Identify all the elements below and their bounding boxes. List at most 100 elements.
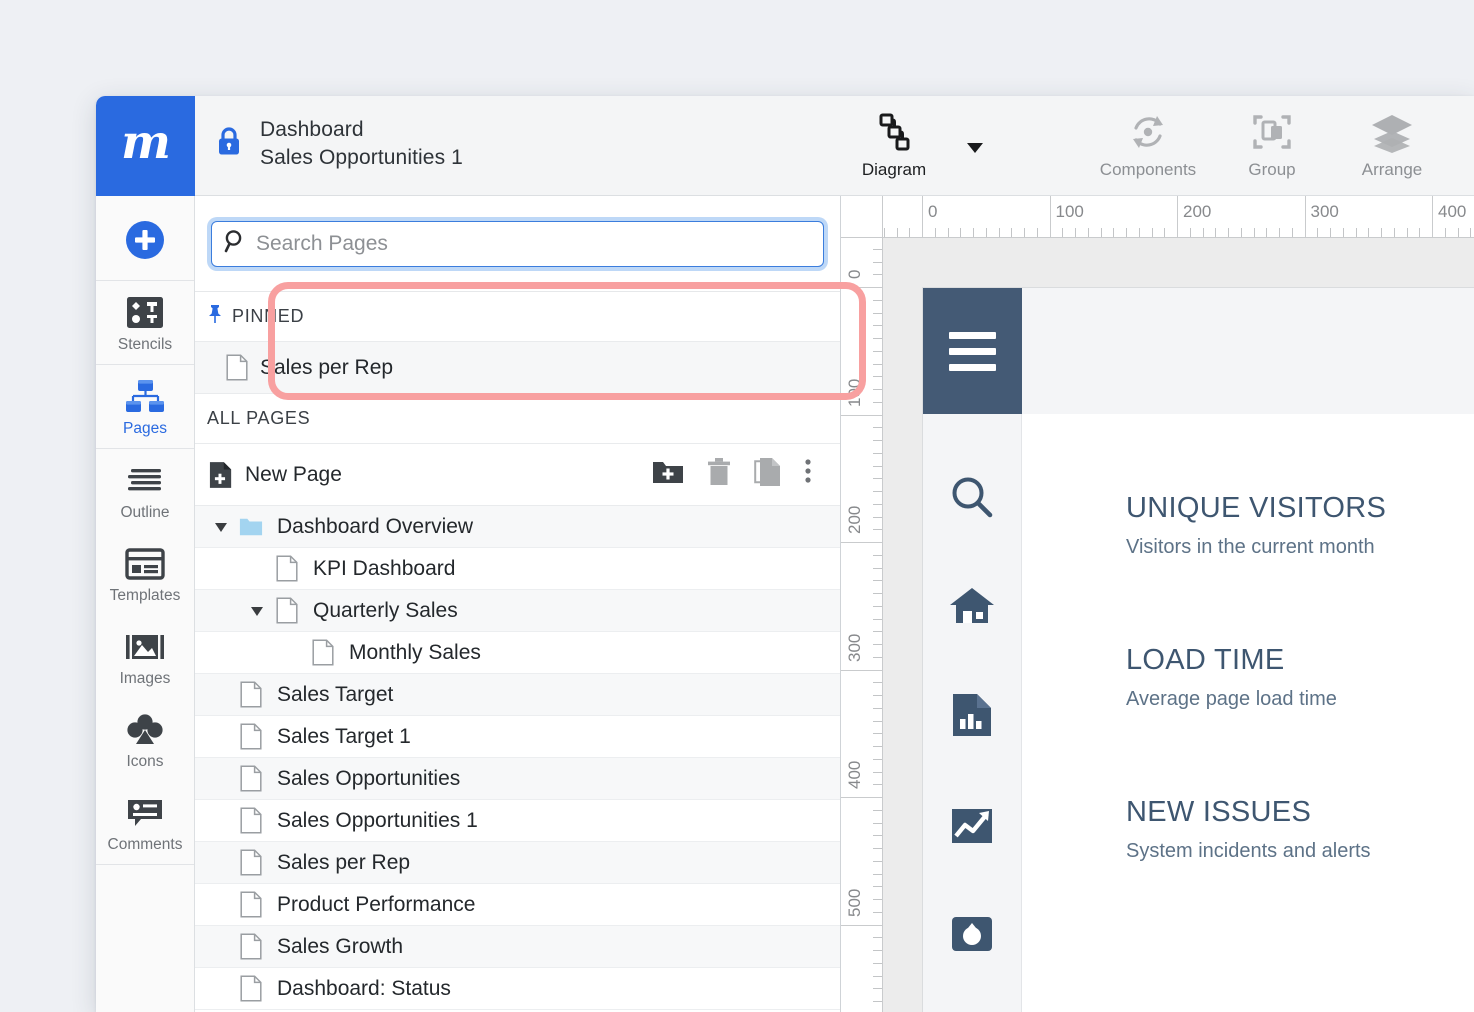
ruler-tick xyxy=(922,196,923,238)
canvas-scroll[interactable]: UNIQUE VISITORS Visitors in the current … xyxy=(883,238,1474,1012)
sidebar-item-pages[interactable]: Pages xyxy=(96,365,194,448)
tree-row[interactable]: Sales Growth xyxy=(195,926,840,968)
ruler-minor-tick xyxy=(1075,228,1076,237)
chevron-down-icon[interactable] xyxy=(211,521,231,533)
canvas-area[interactable]: 01002003004005 01002003004005000 xyxy=(841,196,1474,1012)
ruler-minor-tick xyxy=(873,657,882,658)
search-icon[interactable] xyxy=(949,474,995,525)
file-icon xyxy=(239,681,263,708)
ruler-minor-tick xyxy=(873,810,882,811)
ruler-minor-tick xyxy=(873,580,882,581)
ruler-minor-tick xyxy=(873,988,882,989)
ruler-minor-tick xyxy=(873,976,882,977)
tree-row[interactable]: Sales Opportunities 1 xyxy=(195,800,840,842)
ruler-minor-tick xyxy=(1407,228,1408,237)
ruler-minor-tick xyxy=(873,427,882,428)
document-name: Sales Opportunities 1 xyxy=(260,146,463,170)
pinned-page-item[interactable]: Sales per Rep xyxy=(195,342,840,394)
search-icon xyxy=(224,229,246,258)
copy-icon[interactable] xyxy=(754,457,782,493)
folder-plus-icon[interactable] xyxy=(652,458,684,492)
comments-icon xyxy=(125,793,165,833)
toolbar-arrange-button[interactable]: Arrange xyxy=(1338,110,1446,180)
ruler-tick xyxy=(841,797,883,798)
tree-row[interactable]: Monthly Sales xyxy=(195,632,840,674)
sidebar-item-outline[interactable]: Outline xyxy=(96,449,194,532)
tree-row[interactable]: Dashboard: Status xyxy=(195,968,840,1010)
ruler-minor-tick xyxy=(1381,228,1382,237)
sidebar-item-icons[interactable]: Icons xyxy=(96,698,194,781)
ruler-minor-tick xyxy=(897,228,898,237)
ruler-minor-tick xyxy=(873,262,882,263)
kpi-title: LOAD TIME xyxy=(1126,644,1337,677)
kebab-menu-icon[interactable] xyxy=(804,458,812,492)
tree-row[interactable]: Quarterly Sales xyxy=(195,590,840,632)
chevron-down-icon[interactable] xyxy=(964,136,986,158)
lock-icon xyxy=(216,126,242,161)
diagram-page-sheet[interactable]: UNIQUE VISITORS Visitors in the current … xyxy=(922,287,1474,1012)
ruler-minor-tick xyxy=(1062,228,1063,237)
rail-group-tools: Outline Templates xyxy=(96,449,194,865)
ruler-minor-tick xyxy=(1356,228,1357,237)
line-chart-icon[interactable] xyxy=(949,803,995,852)
ruler-minor-tick xyxy=(873,274,882,275)
tree-row[interactable]: Sales Opportunities xyxy=(195,758,840,800)
hamburger-menu-icon[interactable] xyxy=(923,288,1022,414)
new-page-row[interactable]: New Page xyxy=(195,444,840,506)
ruler-minor-tick xyxy=(873,529,882,530)
ruler-minor-tick xyxy=(873,682,882,683)
toolbar-group-button[interactable]: Group xyxy=(1218,110,1326,180)
tree-row[interactable]: KPI Dashboard xyxy=(195,548,840,590)
tree-row[interactable]: Dashboard Overview xyxy=(195,506,840,548)
ruler-minor-tick xyxy=(873,249,882,250)
app-logo[interactable]: m xyxy=(96,96,195,196)
file-icon xyxy=(239,975,263,1002)
document-title-block[interactable]: Dashboard Sales Opportunities 1 xyxy=(216,118,463,170)
ruler-label: 100 xyxy=(1056,202,1084,222)
home-icon[interactable] xyxy=(949,585,995,632)
tree-row-label: Dashboard Overview xyxy=(277,515,473,539)
toolbar-components-button[interactable]: Components xyxy=(1094,110,1202,180)
search-placeholder: Search Pages xyxy=(256,232,388,256)
ruler-minor-tick xyxy=(873,721,882,722)
tree-row[interactable]: Sales Target 1 xyxy=(195,716,840,758)
toolbar-diagram-button[interactable]: Diagram xyxy=(840,110,948,180)
ruler-minor-tick xyxy=(1101,228,1102,237)
ruler-minor-tick xyxy=(1470,228,1471,237)
tree-row-label: Sales per Rep xyxy=(277,851,410,875)
chevron-down-icon[interactable] xyxy=(247,605,267,617)
search-pages-input[interactable]: Search Pages xyxy=(211,221,824,267)
ruler-tick xyxy=(841,670,883,671)
ruler-minor-tick xyxy=(1343,228,1344,237)
ruler-minor-tick xyxy=(873,937,882,938)
application-window: m Dashboard Sales Opportunities 1 xyxy=(96,96,1474,1012)
left-icon-rail: Stencils Pages xyxy=(96,196,195,1012)
tree-row-label: Quarterly Sales xyxy=(313,599,458,623)
ruler-label: 400 xyxy=(845,761,865,789)
sidebar-item-comments[interactable]: Comments xyxy=(96,781,194,864)
vertical-ruler: 01002003004005000 xyxy=(841,196,883,1012)
ruler-minor-tick xyxy=(909,228,910,237)
new-page-icon xyxy=(209,460,233,490)
trash-icon[interactable] xyxy=(706,457,732,493)
sidebar-item-stencils[interactable]: Stencils xyxy=(96,281,194,364)
ruler-tick xyxy=(1050,196,1051,238)
upload-image-icon[interactable] xyxy=(949,912,995,961)
report-document-icon[interactable] xyxy=(951,692,993,743)
ruler-minor-tick xyxy=(873,517,882,518)
tree-row-label: Monthly Sales xyxy=(349,641,481,665)
tree-row[interactable]: Product Performance xyxy=(195,884,840,926)
tree-row[interactable]: Sales Target xyxy=(195,674,840,716)
sidebar-item-templates[interactable]: Templates xyxy=(96,532,194,615)
sidebar-item-images[interactable]: Images xyxy=(96,615,194,698)
ruler-minor-tick xyxy=(873,772,882,773)
tree-row[interactable]: Sales per Rep xyxy=(195,842,840,884)
tree-row-label: Sales Opportunities 1 xyxy=(277,809,478,833)
components-icon xyxy=(1127,110,1169,154)
ruler-label: 0 xyxy=(928,202,937,222)
ruler-minor-tick xyxy=(1152,228,1153,237)
ruler-minor-tick xyxy=(873,478,882,479)
ruler-minor-tick xyxy=(873,708,882,709)
templates-icon xyxy=(125,544,165,584)
add-button[interactable] xyxy=(96,196,194,280)
